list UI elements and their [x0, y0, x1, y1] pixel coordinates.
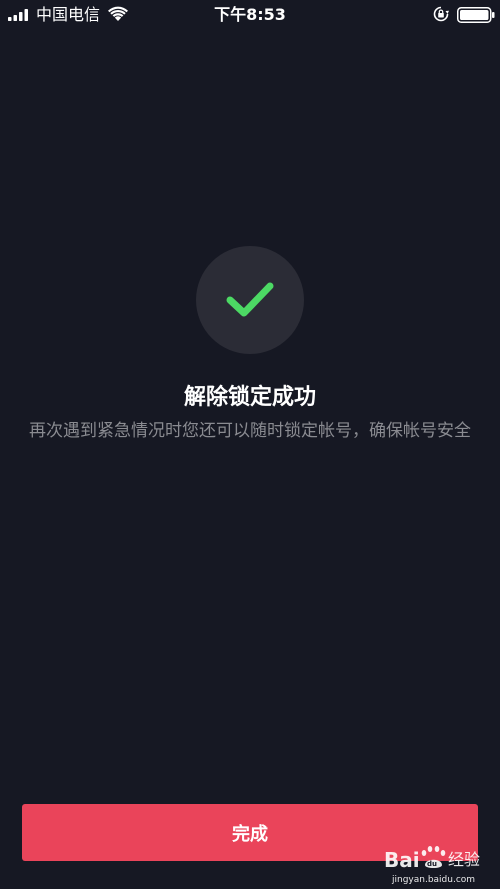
svg-text:du: du	[427, 860, 437, 868]
success-description: 再次遇到紧急情况时您还可以随时锁定帐号，确保帐号安全	[29, 421, 471, 441]
svg-text:jingyan.baidu.com: jingyan.baidu.com	[391, 875, 475, 885]
rotation-lock-icon	[433, 6, 449, 22]
checkmark-icon	[226, 282, 274, 317]
success-indicator	[196, 246, 304, 354]
status-time: 下午8:53	[214, 5, 286, 24]
battery-icon	[457, 7, 495, 23]
svg-text:Bai: Bai	[384, 848, 420, 872]
svg-text:经验: 经验	[448, 850, 480, 869]
baidu-jingyan-watermark-logo: Bai du 经验 jingyan.baidu.com	[384, 846, 480, 885]
success-title: 解除锁定成功	[183, 385, 316, 410]
status-bar: 中国电信 下午8:53	[0, 0, 500, 30]
